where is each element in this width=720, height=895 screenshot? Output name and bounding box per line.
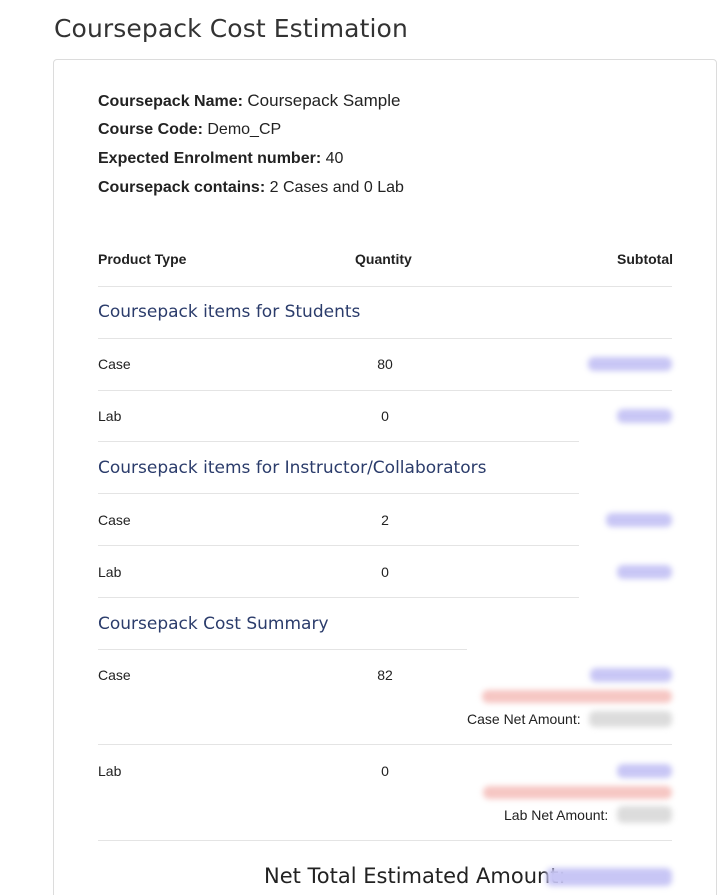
divider [98,493,579,494]
case-net-amount-label: Case Net Amount: [467,711,581,727]
divider [98,649,467,650]
coursepack-name-label: Coursepack Name: [98,93,243,110]
divider [98,744,672,745]
contains-value: 2 Cases and 0 Lab [269,179,404,196]
contains-row: Coursepack contains: 2 Cases and 0 Lab [98,179,404,197]
summary-lab-discount-redacted [483,786,672,799]
section-title-summary: Coursepack Cost Summary [98,614,329,634]
lab-net-amount-label: Lab Net Amount: [504,807,609,823]
students-lab-type: Lab [98,408,122,424]
instructors-lab-subtotal-redacted [617,565,672,579]
summary-case-discount-redacted [482,690,672,703]
course-code-value: Demo_CP [207,121,282,138]
net-total-label: Net Total Estimated Amount: [264,864,566,888]
instructors-lab-type: Lab [98,564,122,580]
summary-lab-type: Lab [98,763,122,779]
students-case-type: Case [98,356,131,372]
divider [98,441,579,442]
case-net-amount-redacted [589,711,672,727]
divider [98,338,672,339]
summary-case-subtotal-redacted [590,668,672,682]
divider [98,286,672,287]
divider [98,840,672,841]
divider [98,390,672,391]
divider [98,545,579,546]
students-lab-qty: 0 [381,408,389,424]
header-subtotal: Subtotal [617,251,673,267]
contains-label: Coursepack contains: [98,179,266,196]
summary-lab-subtotal-redacted [617,764,672,778]
instructors-case-qty: 2 [381,512,389,528]
lab-net-amount-redacted [617,806,672,823]
students-lab-subtotal-redacted [617,409,672,423]
summary-case-qty: 82 [377,667,393,683]
summary-case-type: Case [98,667,131,683]
header-product-type: Product Type [98,251,187,267]
section-title-students: Coursepack items for Students [98,302,361,322]
section-title-instructors: Coursepack items for Instructor/Collabor… [98,458,487,478]
course-code-row: Course Code: Demo_CP [98,121,281,139]
instructors-case-subtotal-redacted [606,513,672,527]
header-quantity: Quantity [355,251,412,267]
instructors-lab-qty: 0 [381,564,389,580]
summary-lab-qty: 0 [381,763,389,779]
students-case-qty: 80 [377,356,393,372]
instructors-case-type: Case [98,512,131,528]
net-total-amount-redacted [546,868,672,886]
course-code-label: Course Code: [98,121,203,138]
enrolment-label: Expected Enrolment number: [98,150,322,167]
enrolment-row: Expected Enrolment number: 40 [98,150,343,168]
page-title: Coursepack Cost Estimation [54,14,408,43]
students-case-subtotal-redacted [588,357,672,371]
coursepack-name-row: Coursepack Name: Coursepack Sample [98,91,400,111]
divider [98,597,579,598]
enrolment-value: 40 [325,150,344,167]
coursepack-name-value: Coursepack Sample [247,91,401,110]
